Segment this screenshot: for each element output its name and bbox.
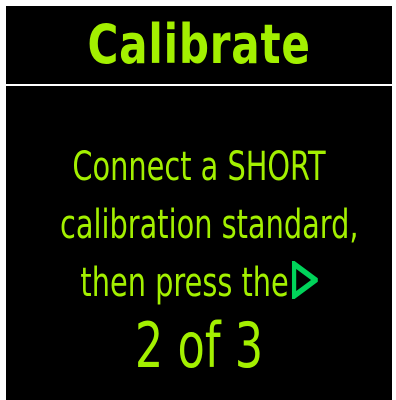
instruction-line-2: calibration standard,: [60, 202, 359, 248]
play-triangle-icon: [291, 261, 318, 299]
instruction-line-1: Connect a SHORT: [72, 144, 326, 190]
instruction-message: Connect a SHORT calibration standard, th…: [6, 138, 392, 312]
step-indicator: 2 of 3: [6, 311, 392, 381]
title-divider: [6, 84, 392, 86]
calibration-screen: Calibrate Connect a SHORT calibration st…: [6, 6, 392, 400]
instruction-line-3-wrapper: then press the: [60, 254, 338, 312]
instruction-line-3: then press the: [80, 260, 289, 306]
page-title: Calibrate: [87, 13, 311, 76]
title-bar: Calibrate: [6, 6, 392, 84]
step-counter: 2 of 3: [134, 309, 264, 382]
